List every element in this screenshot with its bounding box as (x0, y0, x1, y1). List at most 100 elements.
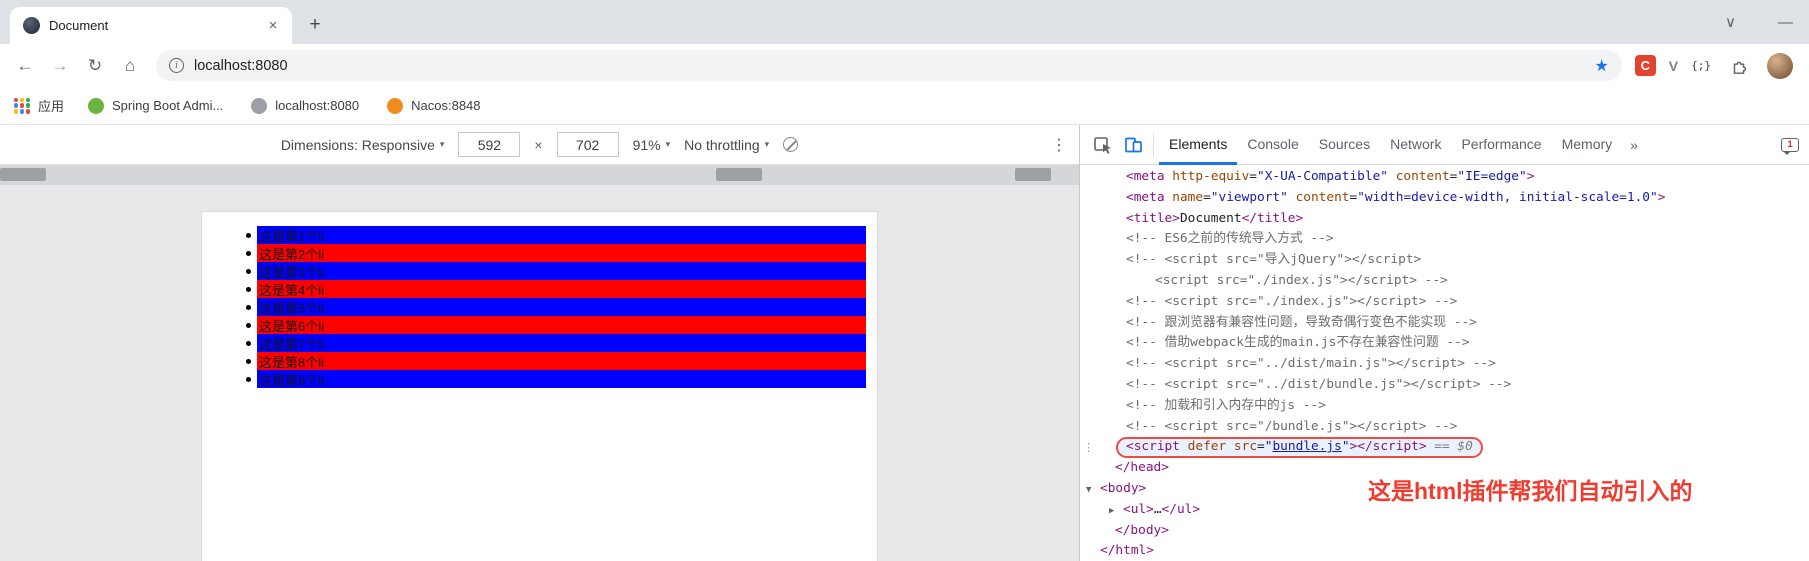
device-handle (716, 168, 762, 181)
apps-label: 应用 (38, 99, 65, 114)
devtools-tab-network[interactable]: Network (1380, 125, 1451, 165)
spring-boot-icon (88, 97, 105, 114)
bookmark-nacos-8848[interactable]: Nacos:8848 (387, 97, 481, 114)
code-line[interactable]: <!-- <script src="./index.js"></script> … (1080, 292, 1809, 313)
code-line[interactable]: <script src="./index.js"></script> --> (1080, 271, 1809, 292)
elements-tree: <meta http-equiv="X-UA-Compatible" conte… (1080, 165, 1809, 561)
page-favicon-icon (23, 17, 40, 34)
code-line[interactable]: <!-- 跟浏览器有兼容性问题，导致奇偶行变色不能实现 --> (1080, 313, 1809, 334)
list-item: 这是第4个li (202, 280, 877, 298)
code-line[interactable]: </html> (1080, 541, 1809, 561)
viewport-pane: Dimensions: Responsive ▾ × 91% ▾ No thro… (0, 125, 1079, 561)
list-bullet-icon (246, 322, 251, 328)
devtools-panel: Elements Console Sources Network Performance… (1079, 125, 1809, 561)
rotate-disabled-icon[interactable] (783, 137, 799, 152)
chevron-down-icon: ▾ (439, 139, 445, 149)
url-text[interactable]: localhost:8080 (194, 58, 1584, 74)
dimensions-dropdown[interactable]: Dimensions: Responsive ▾ (281, 137, 445, 153)
devtools-tab-console[interactable]: Console (1237, 125, 1308, 165)
list-item: 这是第7个li (202, 334, 877, 352)
bookmark-localhost-8080[interactable]: localhost:8080 (251, 97, 360, 114)
device-width-input[interactable] (458, 132, 521, 157)
device-height-input[interactable] (556, 132, 619, 157)
list-item: 这是第1个li (202, 226, 877, 244)
list-item-bar: 这是第4个li (257, 280, 866, 298)
code-line[interactable]: ⋮ <script defer src="bundle.js"></script>… (1080, 437, 1809, 458)
list-bullet-icon (246, 358, 251, 364)
address-bar[interactable]: i localhost:8080 ★ (156, 50, 1622, 81)
more-tabs-icon[interactable]: » (1622, 137, 1646, 153)
list-bullet-icon (246, 286, 251, 292)
code-line[interactable]: <!-- <script src="导入jQuery"></script> (1080, 250, 1809, 271)
reload-icon[interactable]: ↻ (80, 51, 110, 81)
toolbar-divider (1153, 132, 1154, 157)
devtools-tab-performance[interactable]: Performance (1451, 125, 1551, 165)
devtools-toolbar: Elements Console Sources Network Performance… (1080, 125, 1809, 165)
throttling-dropdown[interactable]: No throttling ▾ (684, 137, 769, 153)
forward-icon[interactable]: → (45, 51, 75, 81)
bookmarks-list: Spring Boot Admi... localhost:8080 Nacos:8… (88, 97, 481, 114)
code-line[interactable]: <meta http-equiv="X-UA-Compatible" conte… (1080, 167, 1809, 188)
list-item: 这是第6个li (202, 316, 877, 334)
home-icon[interactable]: ⌂ (115, 51, 145, 81)
new-tab-button[interactable]: + (300, 10, 330, 40)
list-bullet-icon (246, 376, 251, 382)
profile-avatar[interactable] (1767, 52, 1793, 79)
code-line[interactable]: <!-- <script src="../dist/main.js"></scr… (1080, 354, 1809, 375)
browser-window: Document × + ∨ — ← → ↻ ⌂ i localhost:808… (0, 0, 1809, 561)
message-bubble-icon: 1 (1781, 137, 1799, 155)
inspect-element-icon[interactable] (1088, 130, 1118, 160)
devtools-annotation: 这是html插件帮我们自动引入的 (1368, 478, 1693, 504)
apps-shortcut[interactable]: 应用 (14, 96, 64, 115)
zoom-value: 91% (632, 136, 661, 153)
code-line[interactable]: <!-- 借助webpack生成的main.js不存在兼容性问题 --> (1080, 333, 1809, 354)
dimensions-label: Dimensions: Responsive (280, 136, 435, 153)
tab-search-icon[interactable]: ∨ (1725, 13, 1736, 31)
devtools-tab-elements[interactable]: Elements (1159, 125, 1237, 165)
code-line[interactable]: <!-- ES6之前的传统导入方式 --> (1080, 229, 1809, 250)
window-controls: ∨ — (1725, 0, 1793, 44)
extension-c-icon[interactable]: C (1634, 55, 1656, 76)
apps-grid-icon (14, 97, 30, 114)
devtools-tab-memory[interactable]: Memory (1552, 125, 1623, 165)
bookmark-spring-boot-admin[interactable]: Spring Boot Admi... (88, 97, 223, 114)
code-line[interactable]: <!-- <script src="../dist/bundle.js"></s… (1080, 375, 1809, 396)
bookmark-star-icon[interactable]: ★ (1594, 56, 1608, 76)
nacos-icon (387, 97, 404, 114)
list-item-bar: 这是第8个li (257, 352, 866, 370)
device-toolbar-menu-icon[interactable]: ⋮ (1051, 135, 1067, 155)
device-toolbar-toggle-icon[interactable] (1118, 130, 1148, 160)
code-line[interactable]: </body> (1080, 521, 1809, 542)
extension-v-icon[interactable]: V (1669, 58, 1678, 74)
node-menu-icon[interactable]: ⋮ (1083, 438, 1094, 459)
code-line[interactable]: <meta name="viewport" content="width=dev… (1080, 188, 1809, 209)
site-info-icon[interactable]: i (169, 58, 184, 73)
extension-braces-icon[interactable]: {;} (1691, 59, 1711, 72)
bookmark-label: localhost:8080 (275, 98, 360, 113)
tab-strip: Document × + ∨ — (0, 0, 1809, 44)
list-item-bar: 这是第9个li (257, 370, 866, 388)
code-line[interactable]: <!-- 加载和引入内存中的js --> (1080, 396, 1809, 417)
device-handle-strip (0, 165, 1079, 185)
console-messages-badge[interactable]: 1 (1781, 137, 1799, 155)
bookmark-label: Nacos:8848 (411, 98, 481, 113)
list-item-bar: 这是第1个li (257, 226, 866, 244)
zoom-dropdown[interactable]: 91% ▾ (633, 137, 671, 153)
code-line[interactable]: </head> (1080, 458, 1809, 479)
code-line[interactable]: <title>Document</title> (1080, 209, 1809, 230)
list-item-bar: 这是第3个li (257, 262, 866, 280)
browser-tab[interactable]: Document × (10, 7, 292, 44)
device-toolbar: Dimensions: Responsive ▾ × 91% ▾ No thro… (0, 125, 1079, 165)
message-count: 1 (1787, 138, 1793, 150)
devtools-tab-sources[interactable]: Sources (1309, 125, 1380, 165)
device-handle (0, 168, 46, 181)
puzzle-icon[interactable] (1724, 51, 1754, 81)
expand-arrow-icon[interactable]: ▼ (1086, 480, 1100, 501)
list-item: 这是第9个li (202, 370, 877, 388)
code-line[interactable]: <!-- <script src="/bundle.js"></script> … (1080, 417, 1809, 438)
list-bullet-icon (246, 232, 251, 238)
back-icon[interactable]: ← (10, 51, 40, 81)
tab-close-icon[interactable]: × (264, 17, 282, 35)
minimize-icon[interactable]: — (1778, 14, 1793, 31)
collapse-arrow-icon[interactable]: ▶ (1109, 501, 1123, 522)
